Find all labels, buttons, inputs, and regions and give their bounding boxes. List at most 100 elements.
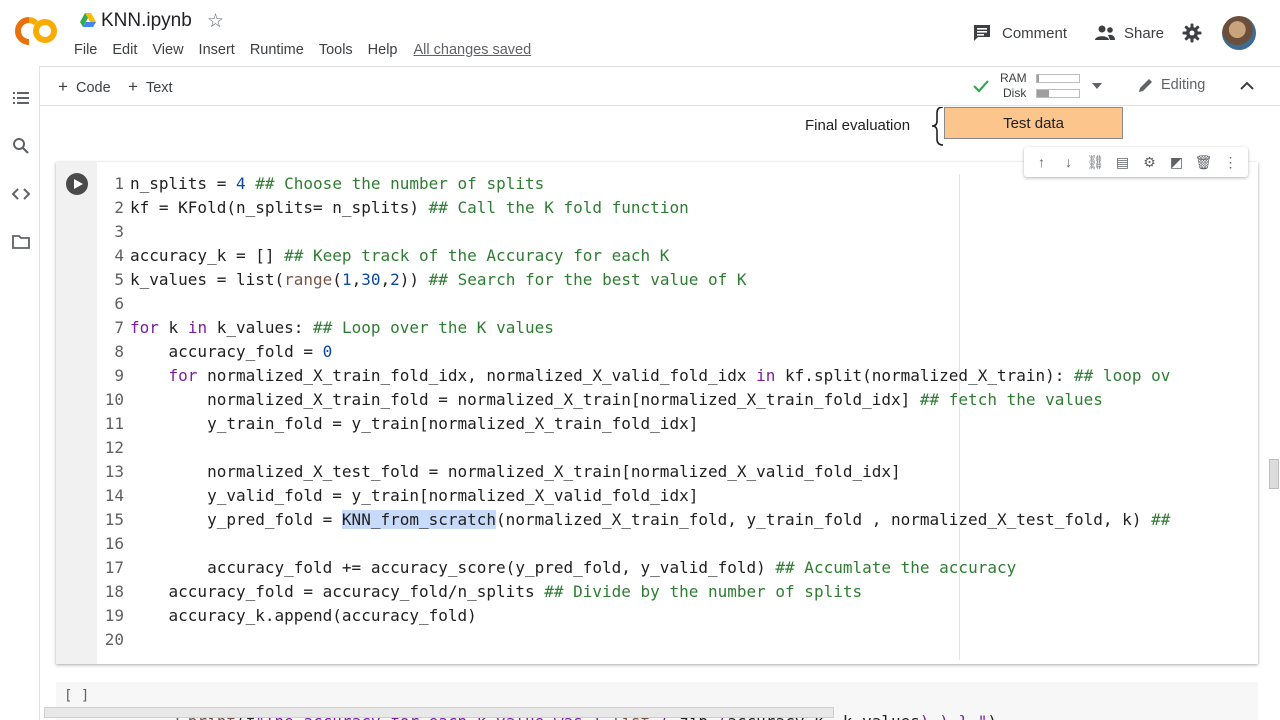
comment-button[interactable]: Comment bbox=[972, 18, 1067, 48]
editing-mode-button[interactable]: Editing bbox=[1137, 76, 1205, 94]
code-line: 16 bbox=[97, 532, 1258, 556]
run-cell-button[interactable] bbox=[66, 173, 88, 195]
menu-view[interactable]: View bbox=[152, 42, 183, 58]
search-icon[interactable] bbox=[11, 136, 31, 156]
code-snippets-icon[interactable] bbox=[11, 184, 31, 204]
add-text-label: Text bbox=[145, 80, 173, 96]
code-line: 19 accuracy_k.append(accuracy_fold) bbox=[97, 604, 1258, 628]
comment-label: Comment bbox=[1002, 24, 1068, 42]
ram-label: RAM bbox=[1000, 71, 1027, 85]
move-cell-down-icon[interactable]: ↓ bbox=[1059, 154, 1079, 170]
settings-gear-icon[interactable]: ⚙ bbox=[1140, 154, 1160, 171]
notebook-title[interactable]: KNN.ipynb bbox=[101, 10, 192, 32]
share-label: Share bbox=[1124, 24, 1165, 42]
colab-logo[interactable] bbox=[14, 14, 60, 48]
chevron-down-icon[interactable] bbox=[1092, 83, 1102, 89]
left-sidebar bbox=[0, 66, 40, 720]
cell-toolbar: ↑ ↓ ⛓ ▤ ⚙ ◩ 🗑 ⋮ bbox=[1024, 147, 1248, 177]
menu-runtime[interactable]: Runtime bbox=[250, 42, 304, 58]
menu-insert[interactable]: Insert bbox=[199, 42, 235, 58]
delete-trash-icon[interactable]: 🗑 bbox=[1194, 154, 1214, 171]
code-line: 14 y_valid_fold = y_train[normalized_X_v… bbox=[97, 484, 1258, 508]
disk-label: Disk bbox=[1003, 86, 1027, 100]
code-cell[interactable]: 1 n_splits = 4 ## Choose the number of sp… bbox=[56, 147, 1258, 664]
plus-icon: + bbox=[128, 77, 138, 96]
code-line: 3 bbox=[97, 220, 1258, 244]
share-people-icon bbox=[1095, 25, 1115, 40]
line-number: 7 bbox=[114, 318, 124, 337]
line-code: k_values = list(range(1,30,2)) ## Search… bbox=[130, 270, 747, 289]
line-code: accuracy_fold = 0 bbox=[130, 342, 333, 361]
code-line: 4 accuracy_k = [] ## Keep track of the Ac… bbox=[97, 244, 1258, 268]
line-code: accuracy_fold += accuracy_score(y_pred_f… bbox=[130, 558, 1017, 577]
share-button[interactable]: Share bbox=[1094, 18, 1164, 48]
menu-edit[interactable]: Edit bbox=[112, 42, 137, 58]
move-cell-up-icon[interactable]: ↑ bbox=[1032, 154, 1052, 170]
line-number: 8 bbox=[114, 342, 124, 361]
settings-gear-icon[interactable] bbox=[1182, 23, 1202, 43]
cell-gutter bbox=[56, 162, 97, 664]
save-status-link[interactable]: All changes saved bbox=[414, 42, 532, 58]
menu-tools[interactable]: Tools bbox=[319, 42, 353, 58]
app-header: KNN.ipynb ☆ File Edit View Insert Runtim… bbox=[0, 0, 1280, 66]
line-code: y_train_fold = y_train[normalized_X_trai… bbox=[130, 414, 699, 433]
link-icon[interactable]: ⛓ bbox=[1086, 154, 1106, 171]
files-folder-icon[interactable] bbox=[11, 232, 31, 252]
resources-monitor[interactable]: RAM Disk bbox=[972, 70, 1108, 103]
code-line: 20 bbox=[97, 628, 1258, 652]
code-line: 10 normalized_X_train_fold = normalized_… bbox=[97, 388, 1258, 412]
menu-file[interactable]: File bbox=[74, 42, 97, 58]
code-line: 5 k_values = list(range(1,30,2)) ## Searc… bbox=[97, 268, 1258, 292]
menu-help[interactable]: Help bbox=[368, 42, 398, 58]
line-number: 6 bbox=[114, 294, 124, 313]
google-drive-icon bbox=[80, 13, 96, 27]
vertical-scrollbar-thumb[interactable] bbox=[1269, 459, 1279, 489]
line-code: for k in k_values: ## Loop over the K va… bbox=[130, 318, 554, 337]
plus-icon: + bbox=[58, 77, 68, 96]
code-editor[interactable]: 1 n_splits = 4 ## Choose the number of sp… bbox=[97, 162, 1258, 664]
table-of-contents-icon[interactable] bbox=[11, 88, 31, 108]
user-avatar[interactable] bbox=[1222, 16, 1256, 50]
comment-icon[interactable]: ▤ bbox=[1113, 154, 1133, 171]
code-line: 11 y_train_fold = y_train[normalized_X_t… bbox=[97, 412, 1258, 436]
line-number: 10 bbox=[104, 390, 124, 409]
ram-usage-fill bbox=[1037, 75, 1040, 82]
execution-count-bracket[interactable]: [ ] bbox=[64, 688, 89, 704]
line-number: 19 bbox=[104, 606, 124, 625]
line-number: 3 bbox=[114, 222, 124, 241]
line-number: 20 bbox=[104, 630, 124, 649]
line-code: y_valid_fold = y_train[normalized_X_vali… bbox=[130, 486, 699, 505]
add-code-label: Code bbox=[75, 80, 111, 96]
notebook-toolbar: + Code + Text RAM Disk Editing bbox=[40, 66, 1280, 106]
line-code: kf = KFold(n_splits= n_splits) ## Call t… bbox=[130, 198, 689, 217]
code-line: 17 accuracy_fold += accuracy_score(y_pre… bbox=[97, 556, 1258, 580]
add-code-button[interactable]: + Code bbox=[58, 77, 111, 97]
more-vert-icon[interactable]: ⋮ bbox=[1221, 154, 1241, 171]
line-number: 17 bbox=[104, 558, 124, 577]
line-number: 16 bbox=[104, 534, 124, 553]
line-code: y_pred_fold = KNN_from_scratch(normalize… bbox=[130, 510, 1171, 529]
comment-icon bbox=[974, 25, 990, 41]
mirror-cell-icon[interactable]: ◩ bbox=[1167, 154, 1187, 171]
code-line: 6 bbox=[97, 292, 1258, 316]
line-code: accuracy_k.append(accuracy_fold) bbox=[130, 606, 477, 625]
line-code: accuracy_fold = accuracy_fold/n_splits #… bbox=[130, 582, 863, 601]
code-line: 9 for normalized_X_train_fold_idx, norma… bbox=[97, 364, 1258, 388]
pencil-icon bbox=[1139, 79, 1152, 92]
code-line: 8 accuracy_fold = 0 bbox=[97, 340, 1258, 364]
disk-usage-bar bbox=[1036, 89, 1080, 98]
add-text-button[interactable]: + Text bbox=[128, 77, 173, 97]
code-line: 13 normalized_X_test_fold = normalized_X… bbox=[97, 460, 1258, 484]
final-evaluation-label: Final evaluation bbox=[805, 117, 911, 134]
line-number: 1 bbox=[114, 174, 124, 193]
line-number: 14 bbox=[104, 486, 124, 505]
line-number: 12 bbox=[104, 438, 124, 457]
horizontal-scrollbar[interactable] bbox=[44, 707, 834, 718]
line-code: normalized_X_train_fold = normalized_X_t… bbox=[130, 390, 1103, 409]
line-code: normalized_X_test_fold = normalized_X_tr… bbox=[130, 462, 901, 481]
line-number: 4 bbox=[114, 246, 124, 265]
disk-usage-fill bbox=[1037, 90, 1049, 97]
star-icon[interactable]: ☆ bbox=[207, 10, 224, 33]
collapse-header-icon[interactable] bbox=[1240, 81, 1254, 91]
line-number: 13 bbox=[104, 462, 124, 481]
